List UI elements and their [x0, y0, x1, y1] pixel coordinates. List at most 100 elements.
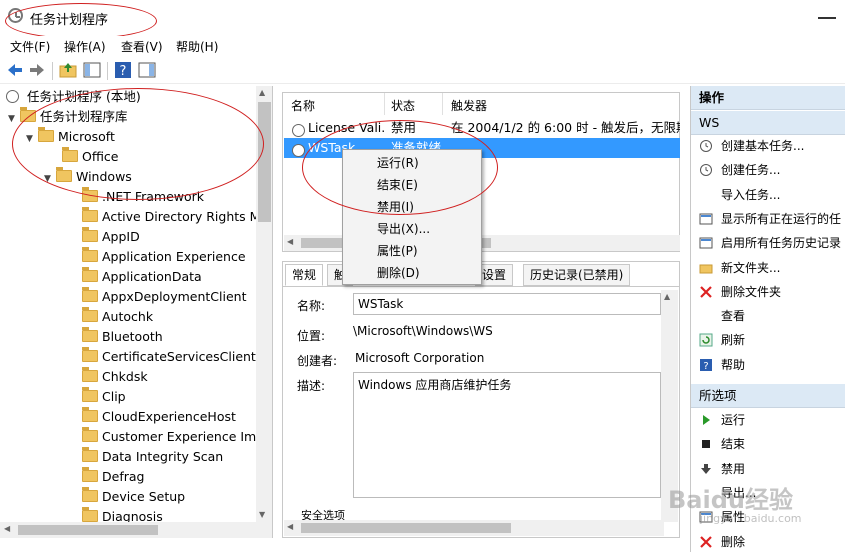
menu-file[interactable]: 文件(F) — [10, 38, 50, 55]
show-hide-action-pane-icon[interactable] — [137, 60, 157, 80]
tree-item[interactable]: CloudExperienceHost — [82, 407, 236, 427]
tree-item-label: 任务计划程序库 — [40, 109, 128, 124]
action-item[interactable]: 新文件夹... — [691, 256, 845, 280]
action-item[interactable]: 删除文件夹 — [691, 280, 845, 304]
scroll-thumb[interactable] — [18, 525, 158, 535]
tree-item[interactable]: Bluetooth — [82, 327, 163, 347]
action-item[interactable]: 显示所有正在运行的任 — [691, 207, 845, 231]
tree-item-root[interactable]: 任务计划程序 (本地) — [6, 87, 141, 107]
tree-item[interactable]: Customer Experience Impr — [82, 427, 269, 447]
action-item[interactable]: 禁用 — [691, 457, 845, 481]
scroll-up-icon[interactable]: ▲ — [259, 88, 265, 97]
forward-arrow-icon[interactable] — [27, 60, 47, 80]
window-title: 任务计划程序 — [30, 13, 109, 28]
action-item-label: 帮助 — [721, 357, 746, 372]
tree-item[interactable]: AppID — [82, 227, 140, 247]
action-item[interactable]: 导入任务... — [691, 183, 845, 207]
tree-item[interactable]: Active Directory Rights Ma — [82, 207, 268, 227]
menu-item-run[interactable]: 运行(R) — [343, 152, 481, 174]
location-label: 位置: — [297, 329, 326, 343]
action-item[interactable]: 运行 — [691, 408, 845, 432]
scroll-left-icon[interactable]: ◀ — [287, 522, 293, 531]
tree-item-label: CertificateServicesClient — [102, 349, 256, 364]
scroll-thumb[interactable] — [301, 523, 511, 533]
scroll-down-icon[interactable]: ▼ — [259, 510, 265, 519]
column-header-status[interactable]: 状态 — [391, 97, 415, 114]
scroll-left-icon[interactable]: ◀ — [4, 524, 10, 533]
chevron-down-icon[interactable]: ▼ — [44, 169, 56, 189]
actions-section-ws[interactable]: WS — [691, 111, 845, 135]
action-item[interactable]: 查看 — [691, 304, 845, 328]
name-field[interactable]: WSTask — [353, 293, 661, 315]
tree-item[interactable]: Application Experience — [82, 247, 246, 267]
tree-item-microsoft[interactable]: ▼ Microsoft — [26, 127, 115, 147]
action-item[interactable]: 创建任务... — [691, 158, 845, 182]
blank-icon — [699, 309, 713, 323]
menu-view[interactable]: 查看(V) — [121, 38, 163, 55]
tree-item-label: AppID — [102, 229, 140, 244]
show-hide-tree-icon[interactable] — [82, 60, 102, 80]
tree-item-label: Device Setup — [102, 489, 186, 504]
delete-icon — [700, 286, 712, 298]
menu-action[interactable]: 操作(A) — [64, 38, 106, 55]
menu-item-properties[interactable]: 属性(P) — [343, 240, 481, 262]
menu-help[interactable]: 帮助(H) — [176, 38, 218, 55]
menu-item-end[interactable]: 结束(E) — [343, 174, 481, 196]
action-item[interactable]: 创建基本任务... — [691, 134, 845, 158]
minimize-button[interactable] — [818, 17, 836, 19]
tree-item-windows[interactable]: ▼ Windows — [44, 167, 132, 187]
folder-up-icon[interactable] — [58, 60, 78, 80]
tree-item[interactable]: Defrag — [82, 467, 144, 487]
folder-icon — [82, 207, 98, 222]
tab-history[interactable]: 历史记录(已禁用) — [523, 264, 631, 286]
action-item[interactable]: 刷新 — [691, 328, 845, 352]
action-item[interactable]: 结束 — [691, 432, 845, 456]
action-item[interactable]: ? 帮助 — [691, 353, 845, 377]
tree-item[interactable]: Autochk — [82, 307, 153, 327]
folder-icon — [82, 347, 98, 362]
description-field[interactable]: Windows 应用商店维护任务 — [353, 372, 661, 498]
tree-item-label: CloudExperienceHost — [102, 409, 236, 424]
action-item[interactable]: 删除 — [691, 530, 845, 552]
tree-item-office[interactable]: Office — [62, 147, 119, 167]
context-menu: 运行(R) 结束(E) 禁用(I) 导出(X)... 属性(P) 删除(D) — [342, 149, 482, 285]
tree-item-library[interactable]: ▼ 任务计划程序库 — [8, 107, 128, 127]
help-icon[interactable]: ? — [113, 60, 133, 80]
menu-item-export[interactable]: 导出(X)... — [343, 218, 481, 240]
scroll-left-icon[interactable]: ◀ — [287, 237, 293, 246]
tree-item[interactable]: Data Integrity Scan — [82, 447, 223, 467]
tree-item-label: Clip — [102, 389, 126, 404]
tree-item-label: Chkdsk — [102, 369, 148, 384]
watermark-url: jingyan.baidu.com — [700, 512, 802, 525]
chevron-down-icon[interactable]: ▼ — [26, 129, 38, 149]
name-label: 名称: — [297, 299, 326, 313]
tree-item[interactable]: ApplicationData — [82, 267, 202, 287]
folder-icon — [82, 427, 98, 442]
folder-icon — [82, 407, 98, 422]
scroll-up-icon[interactable]: ▲ — [664, 292, 670, 301]
task-scheduler-tree: 任务计划程序 (本地) ▼ 任务计划程序库 ▼ Microsoft Office ▼… — [0, 86, 273, 538]
actions-section-selected[interactable]: 所选项 — [691, 384, 845, 408]
chevron-down-icon[interactable]: ▼ — [8, 109, 20, 129]
back-arrow-icon[interactable] — [5, 60, 25, 80]
tree-item[interactable]: Clip — [82, 387, 126, 407]
clock-wand-icon — [700, 140, 712, 152]
action-item[interactable]: 启用所有任务历史记录 — [691, 231, 845, 255]
task-row[interactable]: License Vali... 禁用 在 2004/1/2 的 6:00 时 -… — [284, 118, 680, 138]
menu-item-delete[interactable]: 删除(D) — [343, 262, 481, 284]
tree-item[interactable]: .NET Framework — [82, 187, 204, 207]
folder-icon — [82, 227, 98, 242]
tree-item[interactable]: CertificateServicesClient — [82, 347, 256, 367]
tab-general[interactable]: 常规 — [285, 264, 324, 286]
tree-item[interactable]: Chkdsk — [82, 367, 148, 387]
tree-item[interactable]: Device Setup — [82, 487, 185, 507]
action-item-label: 创建任务... — [721, 163, 781, 178]
menu-item-disable[interactable]: 禁用(I) — [343, 196, 481, 218]
column-header-name[interactable]: 名称 — [291, 97, 315, 114]
folder-icon — [82, 247, 98, 262]
tree-item[interactable]: AppxDeploymentClient — [82, 287, 246, 307]
column-header-trigger[interactable]: 触发器 — [451, 97, 487, 114]
scroll-thumb[interactable] — [258, 102, 271, 222]
toolbar: ? — [0, 57, 845, 84]
folder-icon — [82, 367, 98, 382]
